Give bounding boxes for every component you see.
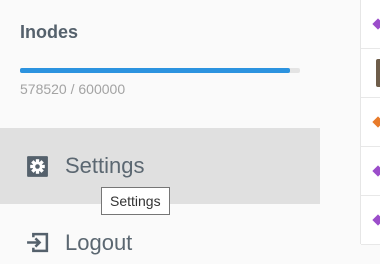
inodes-progress-bar xyxy=(20,68,300,73)
diamond-icon xyxy=(372,165,380,177)
inodes-title: Inodes xyxy=(20,22,79,42)
diamond-icon xyxy=(372,116,380,128)
list-item[interactable] xyxy=(361,147,380,196)
list-item[interactable] xyxy=(361,0,380,49)
logout-icon xyxy=(27,232,49,253)
thumbnail xyxy=(376,59,380,87)
right-list-strip xyxy=(361,0,380,245)
list-item[interactable] xyxy=(361,49,380,98)
sidebar-item-settings-label: Settings xyxy=(65,153,145,178)
sidebar: Inodes 578520 / 600000 Settings Logout S… xyxy=(0,0,361,255)
list-item[interactable] xyxy=(361,98,380,147)
settings-tooltip: Settings xyxy=(101,187,170,215)
inodes-progress-fill xyxy=(20,68,290,73)
gear-icon xyxy=(27,156,48,177)
sidebar-item-logout-label: Logout xyxy=(65,230,133,255)
diamond-icon xyxy=(372,214,380,226)
diamond-icon xyxy=(372,18,380,30)
list-item[interactable] xyxy=(361,196,380,245)
sidebar-item-logout[interactable]: Logout xyxy=(0,224,320,264)
inodes-usage-text: 578520 / 600000 xyxy=(20,81,126,97)
